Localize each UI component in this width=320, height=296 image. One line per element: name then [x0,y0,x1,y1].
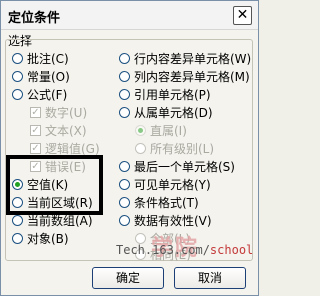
radio-icon [119,196,130,208]
option-label: 条件格式(T) [134,195,199,210]
radio-icon [119,70,130,82]
option-label: 文本(X) [45,123,87,138]
radio-icon [119,178,130,190]
option-dependents[interactable]: 从属单元格(D) [119,104,213,120]
option-last-cell[interactable]: 最后一个单元格(S) [119,158,235,174]
option-label: 当前区域(R) [27,195,93,210]
option-label: 批注(C) [27,51,69,66]
checkbox-logicals[interactable]: ✓ 逻辑值(G) [30,140,100,156]
radio-icon [119,88,130,100]
option-label: 从属单元格(D) [134,105,213,120]
option-label: 直属(I) [150,123,187,138]
option-row-differences[interactable]: 行内容差异单元格(W) [119,50,251,66]
option-label: 列内容差异单元格(M) [134,69,250,84]
option-label: 数字(U) [45,105,88,120]
radio-icon [135,142,146,154]
checkbox-checked-icon: ✓ [30,124,41,136]
option-objects[interactable]: 对象(B) [12,230,69,246]
radio-icon [12,214,23,226]
radio-icon [119,52,130,64]
close-button[interactable]: ✕ [233,6,252,25]
radio-icon [119,214,130,226]
option-label: 错误(E) [45,159,86,174]
option-label: 公式(F) [27,87,68,102]
option-blanks[interactable]: 空值(K) [12,176,68,192]
option-data-validation[interactable]: 数据有效性(V) [119,212,212,228]
option-column-differences[interactable]: 列内容差异单元格(M) [119,68,250,84]
radio-icon [119,160,130,172]
go-to-special-dialog: 定位条件 ✕ 选择 批注(C) 常量(O) 公式(F) ✓ 数字(U) ✓ 文本… [0,0,259,296]
checkbox-text[interactable]: ✓ 文本(X) [30,122,87,138]
dialog-title: 定位条件 [8,11,61,26]
radio-icon [12,196,23,208]
title-bar: 定位条件 ✕ [1,1,258,30]
radio-selected-icon [135,124,146,136]
checkbox-checked-icon: ✓ [30,160,41,172]
option-label: 对象(B) [27,231,69,246]
option-constants[interactable]: 常量(O) [12,68,70,84]
option-label: 引用单元格(P) [134,87,211,102]
checkbox-errors[interactable]: ✓ 错误(E) [30,158,86,174]
ok-button[interactable]: 确定 [92,267,164,289]
radio-icon [12,52,23,64]
option-all-levels[interactable]: 所有级别(L) [135,140,214,156]
option-label: 常量(O) [27,69,70,84]
option-label: 所有级别(L) [150,141,215,156]
checkbox-checked-icon: ✓ [30,142,41,154]
option-conditional-formats[interactable]: 条件格式(T) [119,194,199,210]
radio-icon [135,232,146,244]
cancel-button[interactable]: 取消 [174,267,246,289]
option-label: 最后一个单元格(S) [134,159,235,174]
radio-selected-icon [12,178,23,190]
option-comments[interactable]: 批注(C) [12,50,69,66]
option-precedents[interactable]: 引用单元格(P) [119,86,211,102]
watermark-site-prefix: Tech.163.com/ [116,243,210,257]
option-visible-cells[interactable]: 可见单元格(Y) [119,176,211,192]
checkbox-numbers[interactable]: ✓ 数字(U) [30,104,87,120]
option-formulas[interactable]: 公式(F) [12,86,67,102]
option-label: 数据有效性(V) [134,213,212,228]
option-label: 逻辑值(G) [45,141,100,156]
radio-icon [119,106,130,118]
radio-icon [12,232,23,244]
checkbox-checked-icon: ✓ [30,106,41,118]
watermark-site-suffix: school [209,243,254,257]
option-label: 空值(K) [27,177,69,192]
option-label: 当前数组(A) [27,213,93,228]
close-icon: ✕ [236,7,249,23]
option-label: 可见单元格(Y) [134,177,211,192]
option-direct-only[interactable]: 直属(I) [135,122,187,138]
radio-icon [12,70,23,82]
option-label: 行内容差异单元格(W) [134,51,252,66]
radio-icon [12,88,23,100]
option-current-region[interactable]: 当前区域(R) [12,194,93,210]
option-current-array[interactable]: 当前数组(A) [12,212,93,228]
watermark-site: Tech.163.com/school [116,243,253,257]
